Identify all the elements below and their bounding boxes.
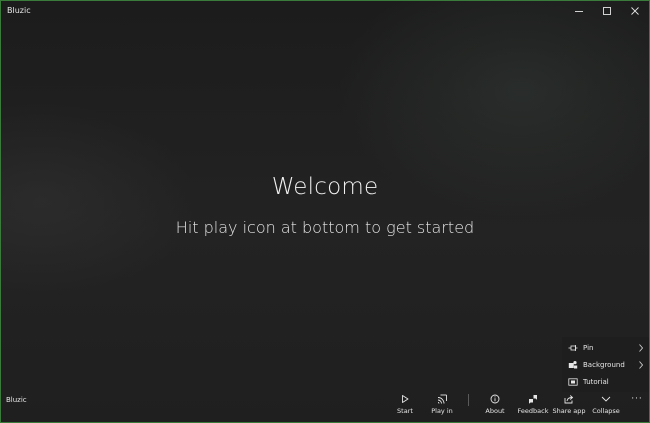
app-window: Bluzic Welcome Hit play icon at bottom t… (0, 0, 650, 423)
share-icon (564, 392, 574, 406)
flyout-item-tutorial[interactable]: Tutorial (562, 373, 649, 390)
more-options-flyout: Pin Background Tutorial (562, 337, 649, 392)
tutorial-icon (568, 377, 578, 387)
command-separator (468, 394, 469, 406)
play-in-button[interactable]: Play in (429, 392, 455, 422)
chevron-right-icon (638, 360, 644, 370)
command-bar-app-label: Bluzic (6, 396, 27, 404)
play-icon (400, 392, 410, 406)
chevron-down-icon (601, 392, 611, 406)
close-button[interactable] (621, 1, 649, 21)
share-app-button[interactable]: Share app (552, 392, 586, 422)
pin-icon (568, 343, 578, 353)
about-button[interactable]: About (483, 392, 507, 422)
flyout-item-label: Pin (583, 343, 594, 352)
flyout-item-background[interactable]: Background (562, 356, 649, 373)
start-button[interactable]: Start (393, 392, 417, 422)
window-controls (565, 1, 649, 21)
info-icon (490, 392, 500, 406)
cast-icon (437, 392, 447, 406)
welcome-subtitle: Hit play icon at bottom to get started (175, 218, 475, 237)
chevron-right-icon (638, 343, 644, 353)
collapse-button[interactable]: Collapse (591, 392, 621, 422)
collapse-button-label: Collapse (592, 407, 620, 415)
feedback-icon (528, 392, 538, 406)
flyout-item-label: Tutorial (583, 377, 609, 386)
start-button-label: Start (397, 407, 413, 415)
play-in-button-label: Play in (431, 407, 453, 415)
feedback-button-label: Feedback (517, 407, 549, 415)
title-bar[interactable]: Bluzic (1, 1, 649, 21)
minimize-icon (575, 11, 583, 12)
background-icon (568, 360, 578, 370)
about-button-label: About (485, 407, 505, 415)
maximize-icon (603, 7, 611, 15)
minimize-button[interactable] (565, 1, 593, 21)
flyout-item-pin[interactable]: Pin (562, 339, 649, 356)
more-options-button[interactable]: ··· (628, 392, 646, 406)
command-bar: Bluzic Start Play in About Feedback Shar… (1, 392, 649, 422)
maximize-button[interactable] (593, 1, 621, 21)
flyout-item-label: Background (583, 360, 625, 369)
window-title: Bluzic (7, 6, 31, 15)
close-icon (631, 7, 639, 15)
feedback-button[interactable]: Feedback (516, 392, 550, 422)
share-app-button-label: Share app (552, 407, 586, 415)
welcome-heading: Welcome (271, 174, 379, 200)
